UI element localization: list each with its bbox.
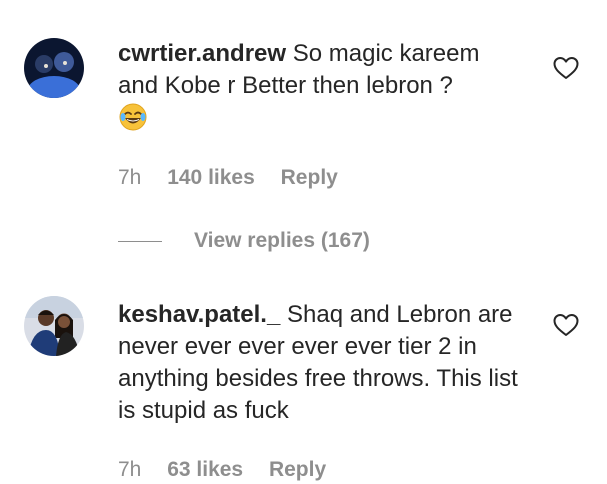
heart-outline-icon[interactable] [552, 311, 580, 339]
comment-text-block: keshav.patel._ Shaq and Lebron are never… [118, 299, 523, 427]
comment-username[interactable]: keshav.patel._ [118, 301, 280, 328]
avatar[interactable] [24, 38, 84, 98]
heart-outline-icon[interactable] [552, 54, 580, 82]
comment-time: 7h [118, 166, 142, 189]
comment-time: 7h [118, 458, 142, 481]
avatar[interactable] [24, 296, 84, 356]
comment-text-block: cwrtier.andrew So magic kareem and Kobe … [118, 38, 523, 141]
comment-username[interactable]: cwrtier.andrew [118, 40, 286, 67]
comment-meta: 7h 140 likes Reply [118, 164, 358, 192]
divider-line [118, 240, 162, 242]
view-replies-button[interactable]: View replies (167) [118, 226, 370, 256]
likes-count[interactable]: 63 likes [167, 458, 243, 481]
laughing-tears-emoji [118, 102, 148, 141]
reply-button[interactable]: Reply [269, 458, 326, 481]
view-replies-label: View replies (167) [194, 229, 370, 252]
likes-count[interactable]: 140 likes [167, 166, 255, 189]
comment-meta: 7h 63 likes Reply [118, 456, 346, 484]
reply-button[interactable]: Reply [281, 166, 338, 189]
